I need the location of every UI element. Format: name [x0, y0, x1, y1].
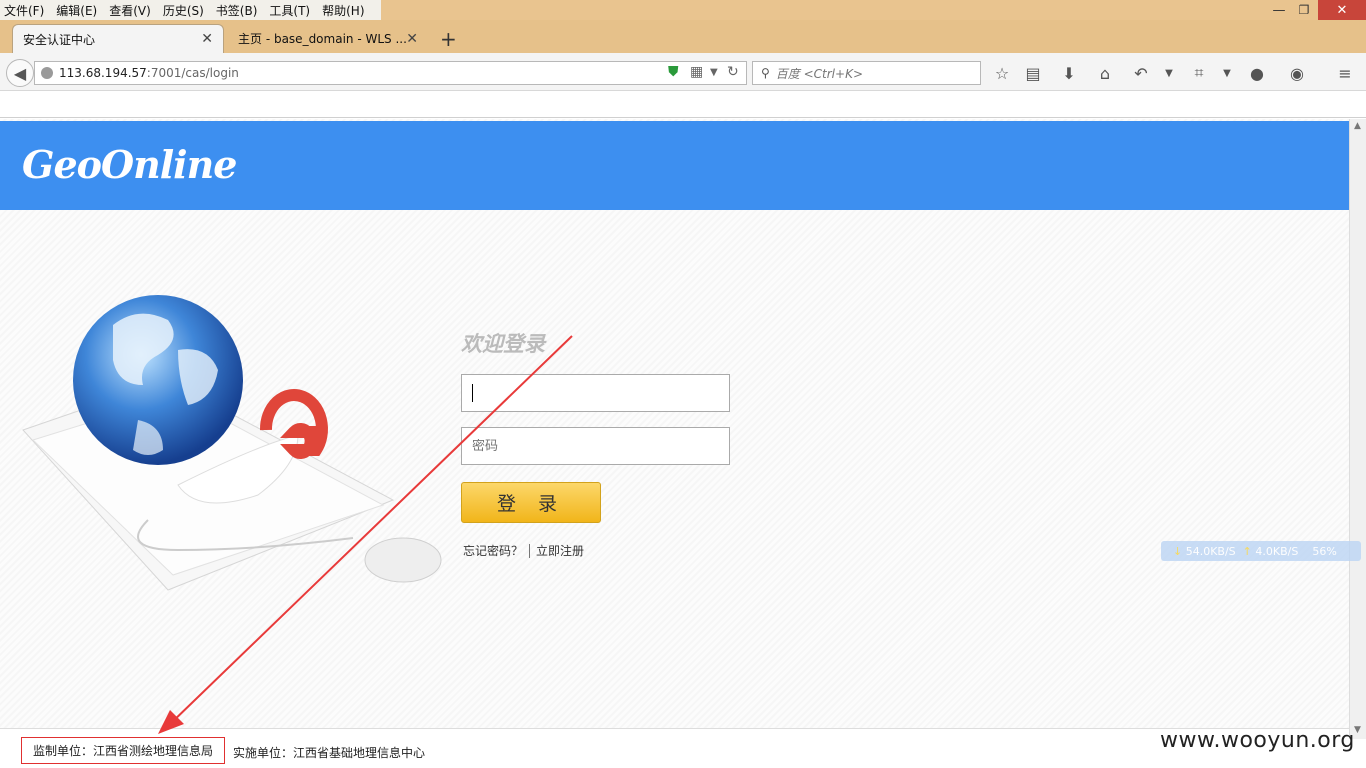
welcome-heading: 欢迎登录	[461, 332, 545, 356]
usage-percent: 56%	[1312, 544, 1337, 558]
search-icon: ⚲	[761, 66, 770, 80]
star-icon[interactable]: ☆	[989, 62, 1015, 84]
new-tab-button[interactable]: +	[440, 27, 457, 51]
chat-icon[interactable]: ●	[1244, 62, 1270, 84]
home-icon[interactable]: ⌂	[1092, 62, 1118, 84]
bookmarks-bar	[0, 92, 1366, 118]
login-button[interactable]: 登 录	[461, 482, 601, 523]
download-speed-icon: ↓	[1173, 544, 1186, 558]
dropdown-icon[interactable]: ▼	[1214, 62, 1240, 84]
upload-speed-icon: ↑	[1235, 544, 1256, 558]
text-caret	[472, 384, 473, 402]
tab-weblogic[interactable]: 主页 - base_domain - WLS ... ✕	[228, 24, 428, 53]
dropdown-icon[interactable]: ▼	[710, 67, 718, 78]
account-links: 忘记密码？ 立即注册	[463, 542, 584, 559]
menu-history[interactable]: 历史(S)	[163, 2, 204, 19]
close-window-icon[interactable]: ✕	[1318, 0, 1366, 20]
back-button[interactable]: ◀	[6, 59, 34, 87]
url-bar[interactable]: 113.68.194.57:7001/cas/login	[34, 61, 747, 85]
search-input[interactable]: ⚲ 百度 <Ctrl+K>	[752, 61, 981, 85]
profile-icon[interactable]: ◉	[1284, 62, 1310, 84]
restore-icon[interactable]: ❐	[1290, 0, 1318, 20]
close-icon[interactable]: ✕	[406, 31, 418, 47]
search-placeholder: 百度 <Ctrl+K>	[775, 66, 863, 81]
reload-icon[interactable]: ↻	[727, 64, 739, 80]
upload-speed: 4.0KB/S	[1255, 544, 1299, 558]
scroll-up-icon[interactable]: ▲	[1354, 121, 1361, 131]
globe-icon	[41, 67, 53, 79]
download-icon[interactable]: ⬇	[1056, 62, 1082, 84]
menu-edit[interactable]: 编辑(E)	[56, 2, 97, 19]
qr-code-icon[interactable]: ▦	[690, 64, 703, 80]
password-field[interactable]	[461, 427, 730, 465]
network-monitor-widget[interactable]: ↓ 54.0KB/S ↑ 4.0KB/S 56%	[1161, 541, 1361, 561]
tab-label: 主页 - base_domain - WLS ...	[238, 32, 407, 46]
globe-illustration	[22, 295, 442, 591]
watermark: www.wooyun.org	[1160, 728, 1355, 753]
close-icon[interactable]: ✕	[201, 31, 213, 47]
implementer-text: 实施单位：江西省基础地理信息中心	[233, 746, 426, 760]
menu-bar: 文件(F) 编辑(E) 查看(V) 历史(S) 书签(B) 工具(T) 帮助(H…	[0, 0, 381, 20]
menu-bookmarks[interactable]: 书签(B)	[216, 2, 258, 19]
username-field[interactable]	[461, 374, 730, 412]
crop-icon[interactable]: ⌗	[1186, 62, 1212, 84]
scrollbar[interactable]: ▲ ▼	[1349, 119, 1366, 739]
supervisor-text: 监制单位：江西省测绘地理信息局	[21, 737, 225, 764]
register-link[interactable]: 立即注册	[536, 542, 584, 559]
back-arrow-icon: ◀	[13, 63, 27, 83]
menu-tools[interactable]: 工具(T)	[269, 2, 310, 19]
menu-view[interactable]: 查看(V)	[109, 2, 151, 19]
undo-icon[interactable]: ↶	[1128, 62, 1154, 84]
tab-active[interactable]: 安全认证中心 ✕	[12, 24, 224, 53]
site-logo: GeoOnline	[22, 142, 237, 187]
link-divider	[529, 543, 531, 558]
menu-file[interactable]: 文件(F)	[4, 2, 44, 19]
password-input[interactable]	[472, 438, 712, 454]
download-speed: 54.0KB/S	[1185, 544, 1236, 558]
menu-icon[interactable]: ≡	[1332, 62, 1358, 84]
url-host: 113.68.194.57	[59, 66, 147, 80]
dropdown-icon[interactable]: ▼	[1156, 62, 1182, 84]
scroll-down-icon[interactable]: ▼	[1354, 725, 1361, 735]
shield-icon[interactable]: ⛊	[668, 64, 679, 80]
forgot-password-link[interactable]: 忘记密码？	[463, 542, 523, 559]
tab-label: 安全认证中心	[23, 32, 96, 47]
url-path: :7001/cas/login	[146, 66, 239, 80]
reading-list-icon[interactable]: ▤	[1020, 62, 1046, 84]
menu-help[interactable]: 帮助(H)	[322, 2, 364, 19]
